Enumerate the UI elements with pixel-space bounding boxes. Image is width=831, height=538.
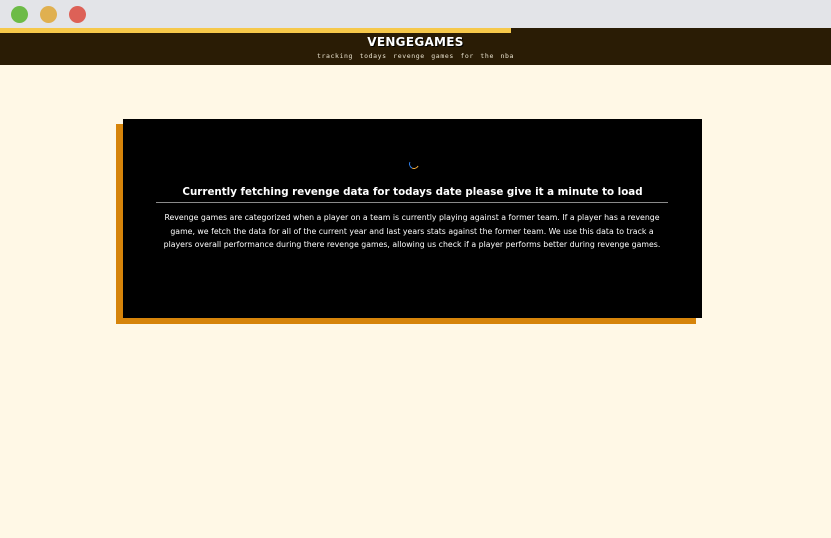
card-title: Currently fetching revenge data for toda… [182, 186, 643, 198]
site-tagline: tracking todays revenge games for the nb… [316, 52, 515, 60]
window-maximize-button[interactable] [11, 6, 28, 23]
loading-spinner-icon [407, 157, 421, 171]
window-titlebar [0, 0, 831, 28]
window-minimize-button[interactable] [40, 6, 57, 23]
site-brand[interactable]: VENGEGAMES [0, 35, 831, 49]
window-close-button[interactable] [69, 6, 86, 23]
browser-window: VENGEGAMES tracking todays revenge games… [0, 0, 831, 538]
title-divider [156, 202, 668, 203]
site-header: VENGEGAMES tracking todays revenge games… [0, 28, 831, 65]
loading-progress-bar [0, 28, 512, 33]
loading-card: Currently fetching revenge data for toda… [123, 119, 702, 318]
card-description: Revenge games are categorized when a pla… [163, 213, 661, 249]
